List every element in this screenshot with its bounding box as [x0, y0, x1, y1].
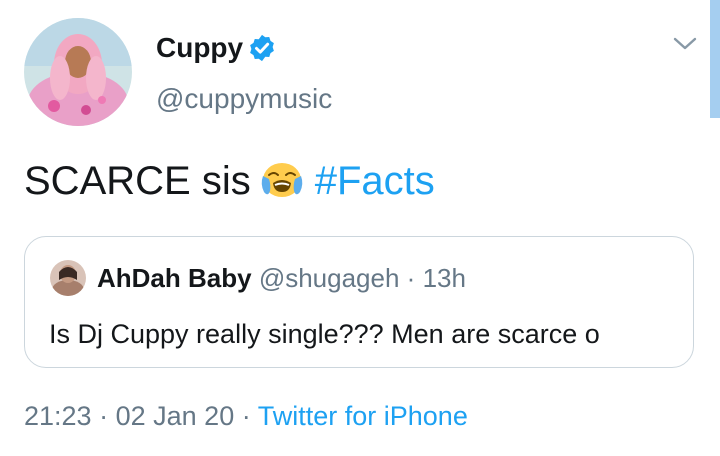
- author-avatar[interactable]: [24, 18, 132, 126]
- tweet-source-link[interactable]: Twitter for iPhone: [258, 401, 468, 431]
- tweet-time: 21:23: [24, 401, 92, 431]
- scrollbar-thumb[interactable]: [710, 0, 720, 118]
- chevron-down-icon[interactable]: [672, 34, 698, 54]
- quoted-author-avatar[interactable]: [50, 260, 86, 296]
- quoted-tweet-card[interactable]: AhDah Baby @shugageh · 13h Is Dj Cuppy r…: [24, 236, 694, 368]
- tweet-body: SCARCE sis: [24, 159, 251, 203]
- meta-separator-2: ·: [241, 401, 251, 431]
- quoted-author-name[interactable]: AhDah Baby: [97, 263, 252, 293]
- quoted-tweet-time: 13h: [422, 263, 466, 293]
- tweet-date: 02 Jan 20: [115, 401, 235, 431]
- tweet-text: SCARCE sis #Facts: [24, 156, 435, 206]
- quoted-tweet-header: AhDah Baby @shugageh · 13h: [97, 261, 466, 295]
- quoted-author-handle[interactable]: @shugageh: [259, 263, 400, 293]
- quoted-tweet-text: Is Dj Cuppy really single??? Men are sca…: [49, 319, 600, 349]
- author-display-name[interactable]: Cuppy: [156, 30, 243, 66]
- quoted-header-separator: ·: [406, 263, 416, 293]
- meta-separator: ·: [99, 401, 109, 431]
- tweet-metadata: 21:23 · 02 Jan 20 · Twitter for iPhone: [24, 398, 468, 434]
- loudly-crying-face-emoji-icon: [261, 163, 302, 197]
- verified-badge-icon: [250, 34, 274, 62]
- tweet: Cuppy @cuppymusic SCARCE sis #Facts AhDa…: [0, 0, 720, 456]
- author-handle[interactable]: @cuppymusic: [156, 82, 332, 116]
- hashtag-link[interactable]: #Facts: [315, 159, 435, 203]
